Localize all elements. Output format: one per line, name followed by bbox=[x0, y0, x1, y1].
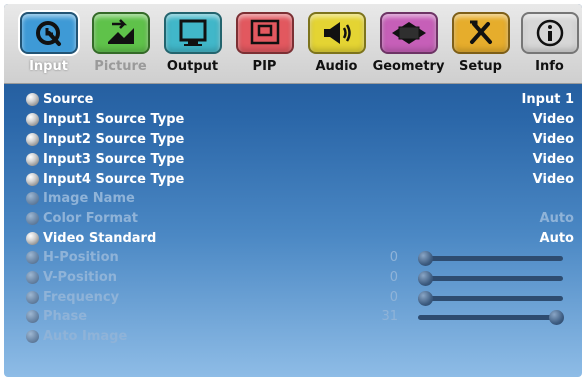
menu-row-input3-source-type[interactable]: Input3 Source Type Video bbox=[26, 151, 578, 169]
geometry-icon bbox=[379, 12, 438, 54]
tab-pip-label: PIP bbox=[252, 59, 277, 74]
menu-row-auto-image: Auto Image bbox=[26, 328, 578, 346]
menu-row-phase: Phase 31 bbox=[26, 308, 578, 326]
bullet-icon bbox=[26, 173, 39, 186]
bullet-icon bbox=[26, 113, 39, 126]
slider-thumb[interactable] bbox=[418, 271, 433, 286]
tab-info-label: Info bbox=[535, 59, 564, 74]
bullet-icon bbox=[26, 192, 39, 205]
slider-track bbox=[418, 256, 563, 261]
slider-track bbox=[418, 276, 563, 281]
tab-picture[interactable]: Picture bbox=[85, 12, 156, 82]
tab-info[interactable]: Info bbox=[514, 12, 582, 82]
bullet-icon bbox=[26, 212, 39, 225]
bullet-icon bbox=[26, 153, 39, 166]
tab-audio[interactable]: Audio bbox=[301, 12, 372, 82]
bullet-icon bbox=[26, 310, 39, 323]
menu-row-input1-source-type[interactable]: Input1 Source Type Video bbox=[26, 111, 578, 129]
osd-menu: Input Picture Output PIP Audio Geometry … bbox=[4, 4, 582, 377]
slider-track bbox=[418, 315, 563, 320]
v-position-slider[interactable] bbox=[418, 269, 563, 287]
menu-row-color-format: Color Format Auto bbox=[26, 210, 578, 228]
menu-row-v-position: V-Position 0 bbox=[26, 269, 578, 287]
tab-pip[interactable]: PIP bbox=[229, 12, 300, 82]
menu-row-image-name: Image Name bbox=[26, 190, 578, 208]
phase-slider[interactable] bbox=[418, 308, 564, 326]
bullet-icon bbox=[26, 93, 39, 106]
menu-row-input2-source-type[interactable]: Input2 Source Type Video bbox=[26, 131, 578, 149]
tab-input-label: Input bbox=[29, 59, 68, 74]
slider-track bbox=[418, 296, 563, 301]
bullet-icon bbox=[26, 271, 39, 284]
info-icon bbox=[520, 12, 579, 54]
bullet-icon bbox=[26, 251, 39, 264]
pip-window-icon bbox=[235, 12, 294, 54]
bullet-icon bbox=[26, 330, 39, 343]
tab-audio-label: Audio bbox=[315, 59, 358, 74]
monitor-icon bbox=[163, 12, 222, 54]
input-arrow-icon bbox=[19, 12, 78, 54]
menu-row-input4-source-type[interactable]: Input4 Source Type Video bbox=[26, 171, 578, 189]
tab-geometry[interactable]: Geometry bbox=[373, 12, 444, 82]
slider-thumb[interactable] bbox=[549, 310, 564, 325]
frequency-slider[interactable] bbox=[418, 289, 563, 307]
slider-thumb[interactable] bbox=[418, 251, 433, 266]
tab-input[interactable]: Input bbox=[13, 12, 84, 82]
bullet-icon bbox=[26, 291, 39, 304]
tab-picture-label: Picture bbox=[94, 59, 147, 74]
picture-adjust-icon bbox=[91, 12, 150, 54]
tab-output[interactable]: Output bbox=[157, 12, 228, 82]
tab-geometry-label: Geometry bbox=[372, 59, 445, 74]
tab-output-label: Output bbox=[166, 59, 219, 74]
bullet-icon bbox=[26, 133, 39, 146]
menu-row-h-position: H-Position 0 bbox=[26, 249, 578, 267]
bullet-icon bbox=[26, 232, 39, 245]
tab-bar: Input Picture Output PIP Audio Geometry … bbox=[4, 4, 582, 84]
tab-setup-label: Setup bbox=[459, 59, 502, 74]
speaker-icon bbox=[307, 12, 366, 54]
tools-icon bbox=[451, 12, 510, 54]
menu-row-video-standard[interactable]: Video Standard Auto bbox=[26, 230, 578, 248]
slider-thumb[interactable] bbox=[418, 291, 433, 306]
menu-row-source[interactable]: Source Input 1 bbox=[26, 91, 578, 109]
tab-setup[interactable]: Setup bbox=[445, 12, 516, 82]
h-position-slider[interactable] bbox=[418, 249, 563, 267]
menu-row-frequency: Frequency 0 bbox=[26, 289, 578, 307]
